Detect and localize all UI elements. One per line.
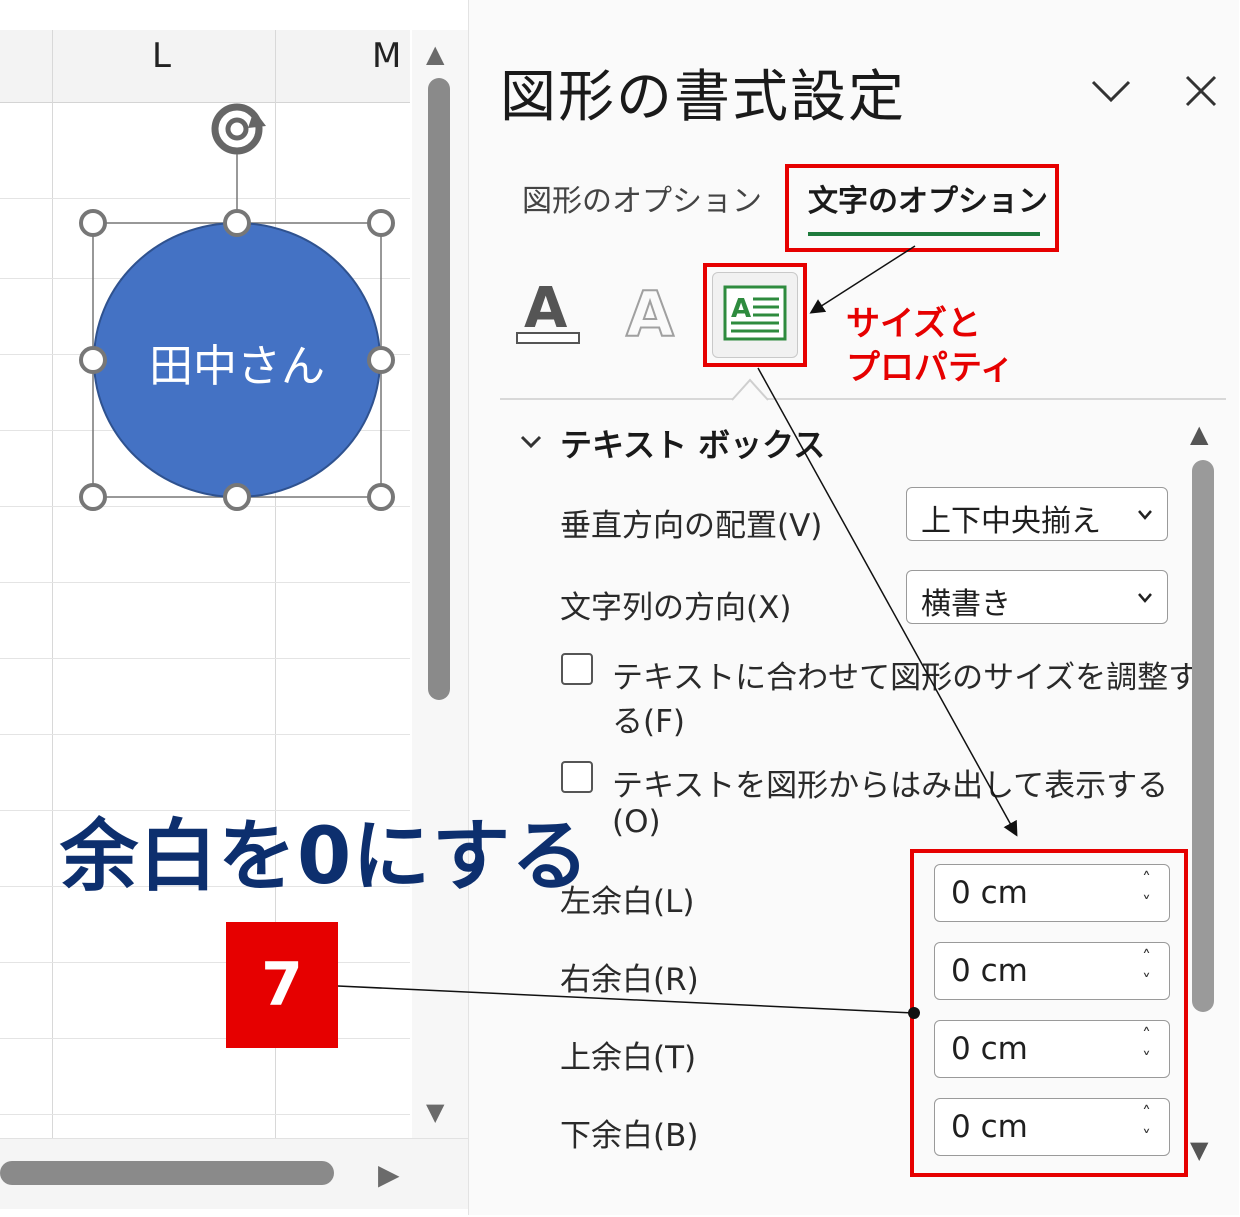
step-number-badge: 7: [226, 922, 338, 1048]
margin-instruction: 余白を0にする: [60, 812, 591, 902]
annotation-arrows: [337, 245, 1018, 1019]
